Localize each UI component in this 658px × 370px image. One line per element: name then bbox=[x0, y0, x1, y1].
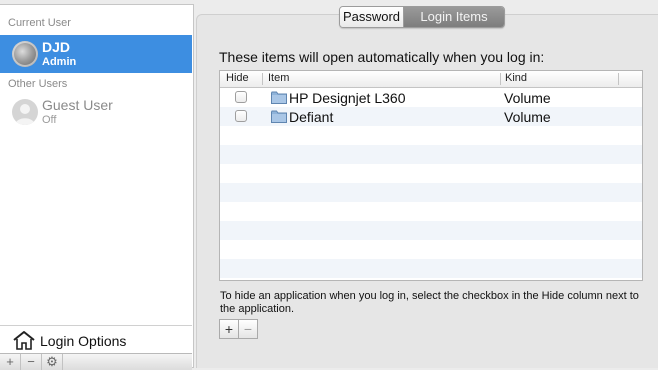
folder-icon bbox=[271, 110, 287, 123]
user-role: Admin bbox=[42, 56, 77, 68]
column-divider bbox=[262, 73, 263, 85]
hint-text: To hide an application when you log in, … bbox=[220, 290, 639, 315]
add-remove-control: + − bbox=[219, 319, 258, 339]
login-items-table: Hide Item Kind HP Designjet L360 Volume … bbox=[219, 70, 643, 281]
add-item-button[interactable]: + bbox=[220, 320, 239, 338]
current-user-header: Current User bbox=[8, 17, 71, 29]
empty-row bbox=[220, 259, 642, 278]
tab-password[interactable]: Password bbox=[340, 7, 404, 27]
house-icon bbox=[13, 331, 35, 350]
table-row[interactable]: HP Designjet L360 Volume bbox=[220, 88, 642, 107]
empty-row bbox=[220, 145, 642, 164]
empty-row bbox=[220, 164, 642, 183]
item-name: Defiant bbox=[289, 109, 334, 125]
column-divider bbox=[500, 73, 501, 85]
guest-avatar-icon bbox=[12, 99, 38, 125]
other-users-header: Other Users bbox=[8, 78, 68, 90]
empty-row bbox=[220, 126, 642, 145]
tab-login-items[interactable]: Login Items bbox=[404, 7, 504, 27]
sidebar-toolbar: + − ⚙ bbox=[0, 353, 192, 370]
item-kind: Volume bbox=[504, 109, 551, 125]
user-avatar bbox=[12, 41, 38, 67]
empty-row bbox=[220, 240, 642, 259]
user-row-guest[interactable]: Guest User Off bbox=[0, 93, 192, 131]
login-options-button[interactable]: Login Options bbox=[0, 325, 192, 354]
users-sidebar: Current User DJD Admin Other Users Guest… bbox=[0, 4, 194, 370]
column-header-item[interactable]: Item bbox=[268, 72, 289, 84]
user-name: Guest User bbox=[42, 97, 113, 113]
empty-row bbox=[220, 221, 642, 240]
item-kind: Volume bbox=[504, 90, 551, 106]
hide-checkbox[interactable] bbox=[235, 91, 247, 103]
item-name: HP Designjet L360 bbox=[289, 90, 406, 106]
table-header: Hide Item Kind bbox=[220, 71, 642, 88]
user-name: DJD bbox=[42, 39, 71, 55]
remove-item-button[interactable]: − bbox=[239, 320, 257, 338]
empty-row bbox=[220, 202, 642, 221]
user-row-djd[interactable]: DJD Admin bbox=[0, 35, 192, 73]
table-row[interactable]: Defiant Volume bbox=[220, 107, 642, 126]
empty-row bbox=[220, 183, 642, 202]
tab-control: Password Login Items bbox=[339, 6, 505, 28]
column-header-hide[interactable]: Hide bbox=[226, 72, 249, 84]
user-status: Off bbox=[42, 114, 57, 126]
column-divider bbox=[618, 73, 619, 85]
intro-text: These items will open automatically when… bbox=[219, 49, 545, 65]
hide-checkbox[interactable] bbox=[235, 110, 247, 122]
column-header-kind[interactable]: Kind bbox=[505, 72, 527, 84]
folder-icon bbox=[271, 91, 287, 104]
login-options-label: Login Options bbox=[40, 333, 127, 349]
